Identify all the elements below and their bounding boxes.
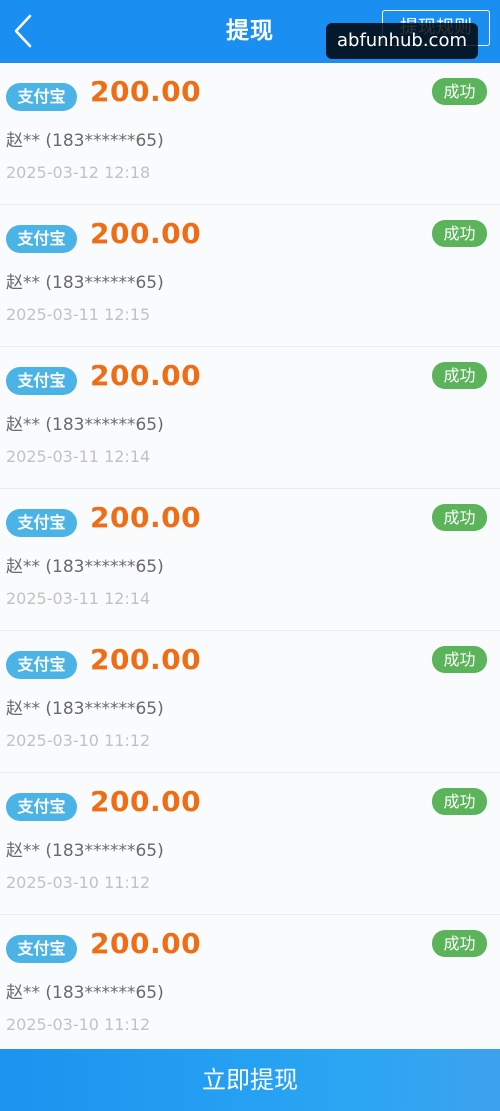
amount: 200.00 [90, 643, 202, 676]
account-info: 赵** (183******65) [6, 131, 164, 151]
status-badge: 成功 [432, 220, 487, 247]
status-badge: 成功 [432, 504, 487, 531]
channel-badge: 支付宝 [6, 651, 77, 679]
app-header: 提现 提现规则 abfunhub.com [0, 0, 500, 63]
record-item[interactable]: 支付宝 200.00 成功 赵** (183******65) 2025-03-… [0, 773, 500, 915]
record-item[interactable]: 支付宝 200.00 成功 赵** (183******65) 2025-03-… [0, 63, 500, 205]
channel-badge: 支付宝 [6, 935, 77, 963]
channel-badge: 支付宝 [6, 83, 77, 111]
record-time: 2025-03-11 12:14 [6, 447, 151, 466]
account-info: 赵** (183******65) [6, 841, 164, 861]
record-item[interactable]: 支付宝 200.00 成功 赵** (183******65) 2025-03-… [0, 915, 500, 1049]
amount: 200.00 [90, 501, 202, 534]
record-item[interactable]: 支付宝 200.00 成功 赵** (183******65) 2025-03-… [0, 347, 500, 489]
record-time: 2025-03-10 11:12 [6, 1015, 151, 1034]
account-info: 赵** (183******65) [6, 415, 164, 435]
amount: 200.00 [90, 359, 202, 392]
record-time: 2025-03-11 12:14 [6, 589, 151, 608]
status-badge: 成功 [432, 930, 487, 957]
amount: 200.00 [90, 75, 202, 108]
status-badge: 成功 [432, 78, 487, 105]
record-item[interactable]: 支付宝 200.00 成功 赵** (183******65) 2025-03-… [0, 489, 500, 631]
account-info: 赵** (183******65) [6, 699, 164, 719]
channel-badge: 支付宝 [6, 793, 77, 821]
record-time: 2025-03-12 12:18 [6, 163, 151, 182]
status-badge: 成功 [432, 788, 487, 815]
record-time: 2025-03-10 11:12 [6, 873, 151, 892]
withdraw-now-button[interactable]: 立即提现 [0, 1049, 500, 1111]
channel-badge: 支付宝 [6, 225, 77, 253]
status-badge: 成功 [432, 362, 487, 389]
status-badge: 成功 [432, 646, 487, 673]
channel-badge: 支付宝 [6, 509, 77, 537]
record-time: 2025-03-10 11:12 [6, 731, 151, 750]
amount: 200.00 [90, 217, 202, 250]
amount: 200.00 [90, 927, 202, 960]
record-item[interactable]: 支付宝 200.00 成功 赵** (183******65) 2025-03-… [0, 631, 500, 773]
withdraw-record-list[interactable]: 支付宝 200.00 成功 赵** (183******65) 2025-03-… [0, 63, 500, 1049]
account-info: 赵** (183******65) [6, 273, 164, 293]
watermark-overlay: abfunhub.com [326, 23, 478, 59]
record-item[interactable]: 支付宝 200.00 成功 赵** (183******65) 2025-03-… [0, 205, 500, 347]
channel-badge: 支付宝 [6, 367, 77, 395]
account-info: 赵** (183******65) [6, 557, 164, 577]
record-time: 2025-03-11 12:15 [6, 305, 151, 324]
amount: 200.00 [90, 785, 202, 818]
account-info: 赵** (183******65) [6, 983, 164, 1003]
